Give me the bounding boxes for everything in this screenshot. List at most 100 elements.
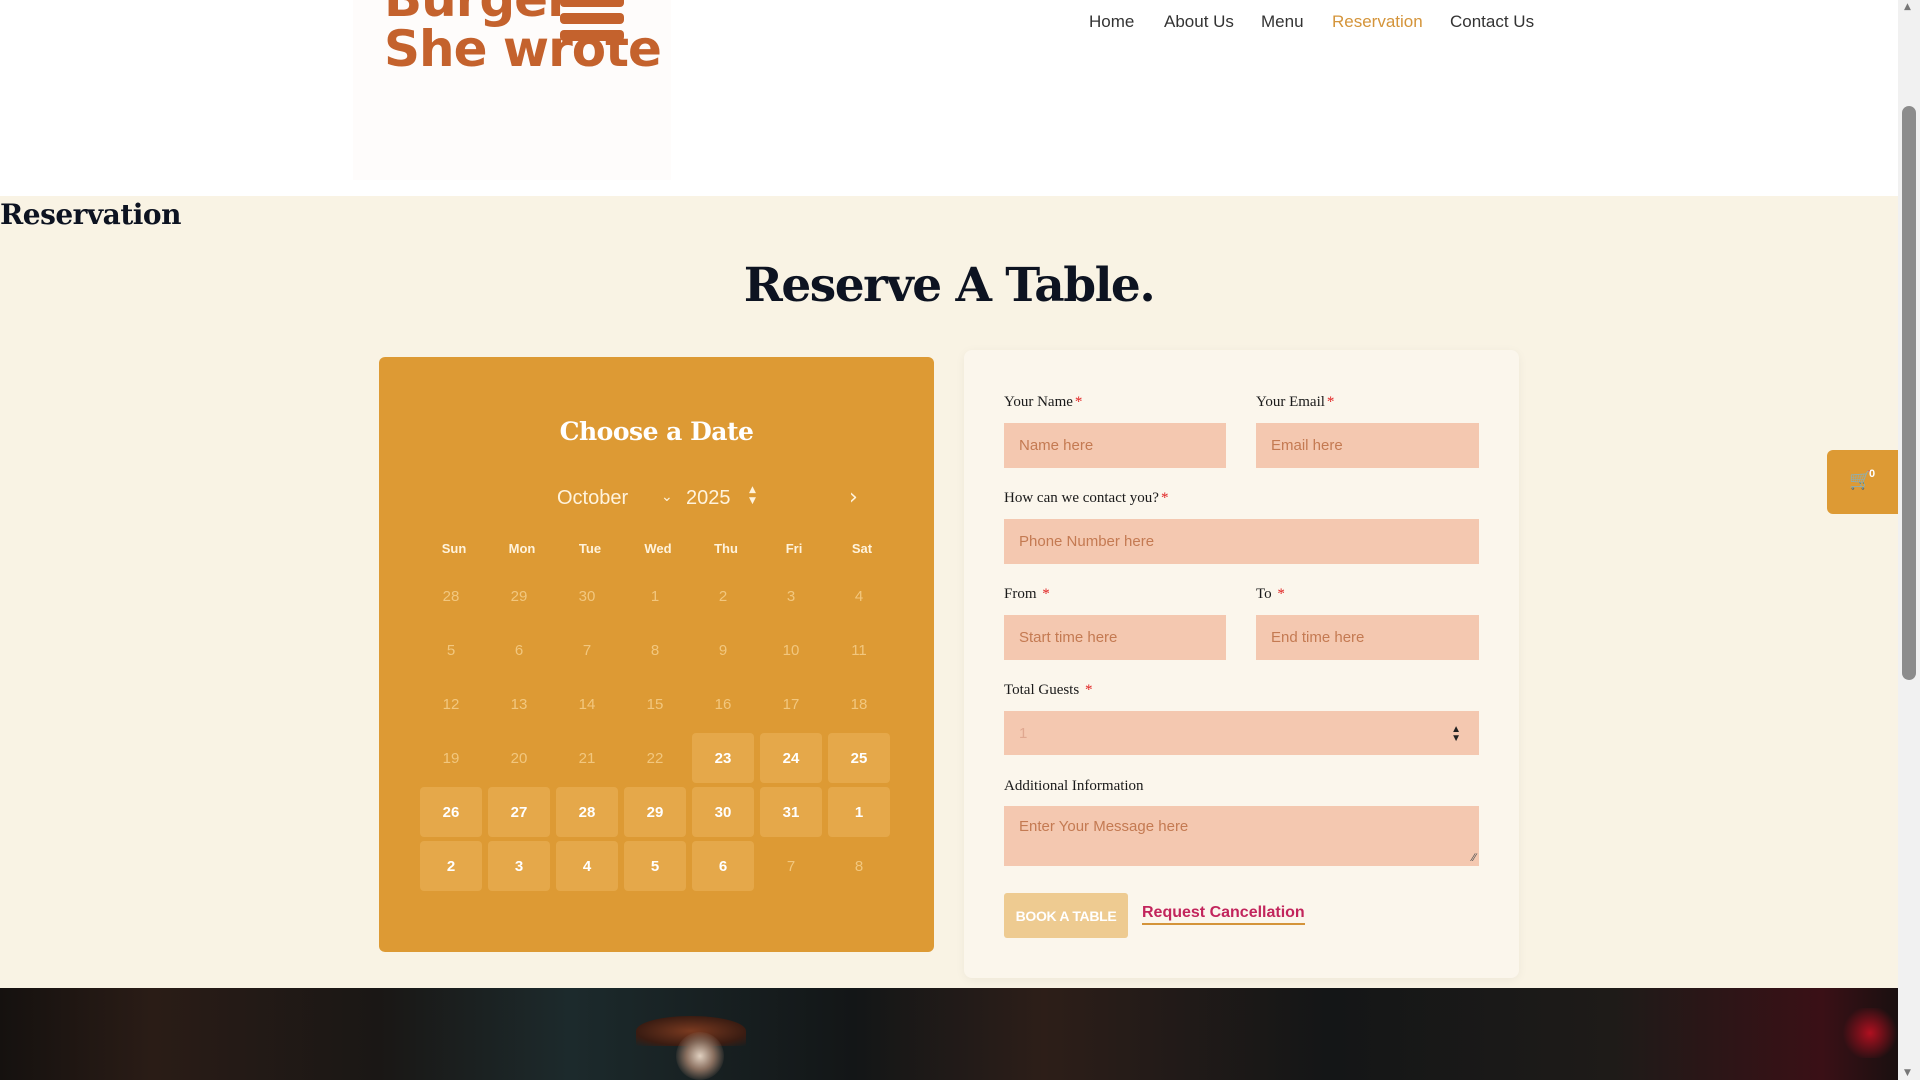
scroll-thumb[interactable] [1902, 106, 1916, 680]
resize-handle-icon[interactable]: ∕∕ [1472, 852, 1476, 864]
request-cancellation-link[interactable]: Request Cancellation [1142, 904, 1305, 925]
year-input[interactable]: 2025 [686, 487, 731, 510]
reservation-form: Your Name * Name here Your Email * Email h… [964, 350, 1519, 978]
weekday-label: Fri [785, 541, 803, 556]
calendar-day-available[interactable]: 5 [624, 841, 686, 891]
calendar-day-disabled: 19 [442, 749, 460, 767]
book-table-button[interactable]: BOOK A TABLE [1004, 893, 1128, 938]
guests-label: Total Guests * [1004, 682, 1092, 699]
contact-label: How can we contact you? * [1004, 490, 1168, 507]
cart-count: 0 [1869, 468, 1876, 480]
calendar-day-disabled: 9 [718, 641, 728, 659]
calendar-day-disabled: 8 [650, 641, 660, 659]
weekday-header: Sun Mon Tue Wed Thu Fri Sat [420, 541, 896, 556]
page-scrollbar[interactable]: ▲ ▼ [1898, 0, 1920, 1080]
page-title: Reservation [0, 198, 181, 231]
info-label-text: Additional Information [1004, 778, 1144, 794]
calendar-day-available[interactable]: 2 [420, 841, 482, 891]
calendar-day-available[interactable]: 1 [828, 787, 890, 837]
calendar-day-disabled: 5 [446, 641, 456, 659]
required-mark: * [1326, 394, 1335, 410]
weekday-label: Tue [578, 541, 602, 556]
calendar-day-disabled: 7 [582, 641, 592, 659]
calendar-day-disabled: 10 [782, 641, 800, 659]
select-arrows-icon: ▲ ▼ [1451, 724, 1461, 744]
message-placeholder: Enter Your Message here [1019, 818, 1189, 835]
nav-menu[interactable]: Menu [1261, 12, 1304, 32]
calendar-day-disabled: 6 [514, 641, 524, 659]
phone-field[interactable]: Phone Number here [1004, 519, 1479, 564]
weekday-label: Sat [851, 541, 873, 556]
calendar-day-disabled: 17 [782, 695, 800, 713]
calendar-title: Choose a Date [559, 417, 754, 446]
calendar-grid: 28 29 30 1 2 3 4 5 6 7 8 9 10 11 12 13 14 15 16 17 18 19 20 21 2… [420, 571, 896, 891]
calendar-day-disabled: 4 [854, 587, 864, 605]
next-month-icon[interactable]: › [849, 485, 858, 510]
calendar-day-available[interactable]: 23 [692, 733, 754, 783]
start-time-field[interactable]: Start time here [1004, 615, 1226, 660]
calendar-day-available[interactable]: 28 [556, 787, 618, 837]
calendar-day-disabled: 15 [646, 695, 664, 713]
calendar-day-available[interactable]: 25 [828, 733, 890, 783]
required-mark: * [1042, 586, 1050, 602]
scroll-down-icon[interactable]: ▼ [1904, 1068, 1911, 1078]
calendar-day-available[interactable]: 27 [488, 787, 550, 837]
email-field[interactable]: Email here [1256, 423, 1479, 468]
calendar-day-available[interactable]: 31 [760, 787, 822, 837]
hero-image [0, 988, 1898, 1080]
calendar-day-disabled: 20 [510, 749, 528, 767]
calendar-day-disabled: 3 [786, 587, 796, 605]
weekday-label: Thu [714, 541, 738, 556]
nav-reservation[interactable]: Reservation [1332, 12, 1423, 32]
calendar-day-disabled: 1 [650, 587, 660, 605]
site-header: Burger She wrote Home About Us Menu Rese… [0, 0, 1898, 196]
calendar-day-disabled: 21 [578, 749, 596, 767]
end-time-field[interactable]: End time here [1256, 615, 1479, 660]
cart-button[interactable]: 🛒 0 [1827, 450, 1898, 514]
calendar-day-available[interactable]: 30 [692, 787, 754, 837]
guests-label-text: Total Guests [1004, 682, 1080, 698]
calendar-day-available[interactable]: 24 [760, 733, 822, 783]
calendar-day-disabled: 2 [718, 587, 728, 605]
from-label-text: From [1004, 586, 1037, 602]
email-label: Your Email * [1256, 394, 1334, 411]
year-spinner-icon[interactable]: ▲ ▼ [749, 485, 756, 507]
name-label-text: Your Name [1004, 394, 1073, 410]
required-mark: * [1084, 682, 1093, 698]
calendar-day-disabled: 11 [851, 641, 867, 659]
calendar-day-disabled: 12 [442, 695, 460, 713]
calendar-day-disabled: 13 [510, 695, 528, 713]
red-light [1840, 1008, 1898, 1058]
contact-label-text: How can we contact you? [1004, 490, 1159, 506]
to-label: To * [1256, 586, 1285, 603]
calendar-day-available[interactable]: 26 [420, 787, 482, 837]
required-mark: * [1277, 586, 1285, 602]
calendar-day-available[interactable]: 29 [624, 787, 686, 837]
name-field[interactable]: Name here [1004, 423, 1226, 468]
calendar-day-disabled: 30 [578, 587, 596, 605]
message-textarea[interactable]: Enter Your Message here ∕∕ [1004, 806, 1479, 866]
name-label: Your Name * [1004, 394, 1082, 411]
weekday-label: Mon [508, 541, 536, 556]
required-mark: * [1074, 394, 1083, 410]
email-label-text: Your Email [1256, 394, 1325, 410]
guests-value: 1 [1019, 724, 1028, 742]
calendar-day-available[interactable]: 3 [488, 841, 550, 891]
scroll-up-icon[interactable]: ▲ [1904, 2, 1911, 12]
nav-contact-us[interactable]: Contact Us [1450, 12, 1534, 32]
guests-select[interactable]: 1 ▲ ▼ [1004, 711, 1479, 755]
calendar-day-disabled: 7 [786, 857, 796, 875]
weekday-label: Wed [644, 541, 672, 556]
calendar-day-disabled: 22 [646, 749, 664, 767]
calendar-day-disabled: 29 [510, 587, 528, 605]
required-mark: * [1160, 490, 1169, 506]
calendar-day-available[interactable]: 6 [692, 841, 754, 891]
nav-about-us[interactable]: About Us [1164, 12, 1234, 32]
nav-home[interactable]: Home [1089, 12, 1134, 32]
calendar-day-disabled: 28 [442, 587, 460, 605]
month-select[interactable]: October [557, 487, 628, 510]
main-heading: Reserve A Table. [743, 258, 1156, 313]
calendar-day-available[interactable]: 4 [556, 841, 618, 891]
chevron-down-icon[interactable]: ⌄ [661, 489, 673, 505]
from-label: From * [1004, 586, 1050, 603]
